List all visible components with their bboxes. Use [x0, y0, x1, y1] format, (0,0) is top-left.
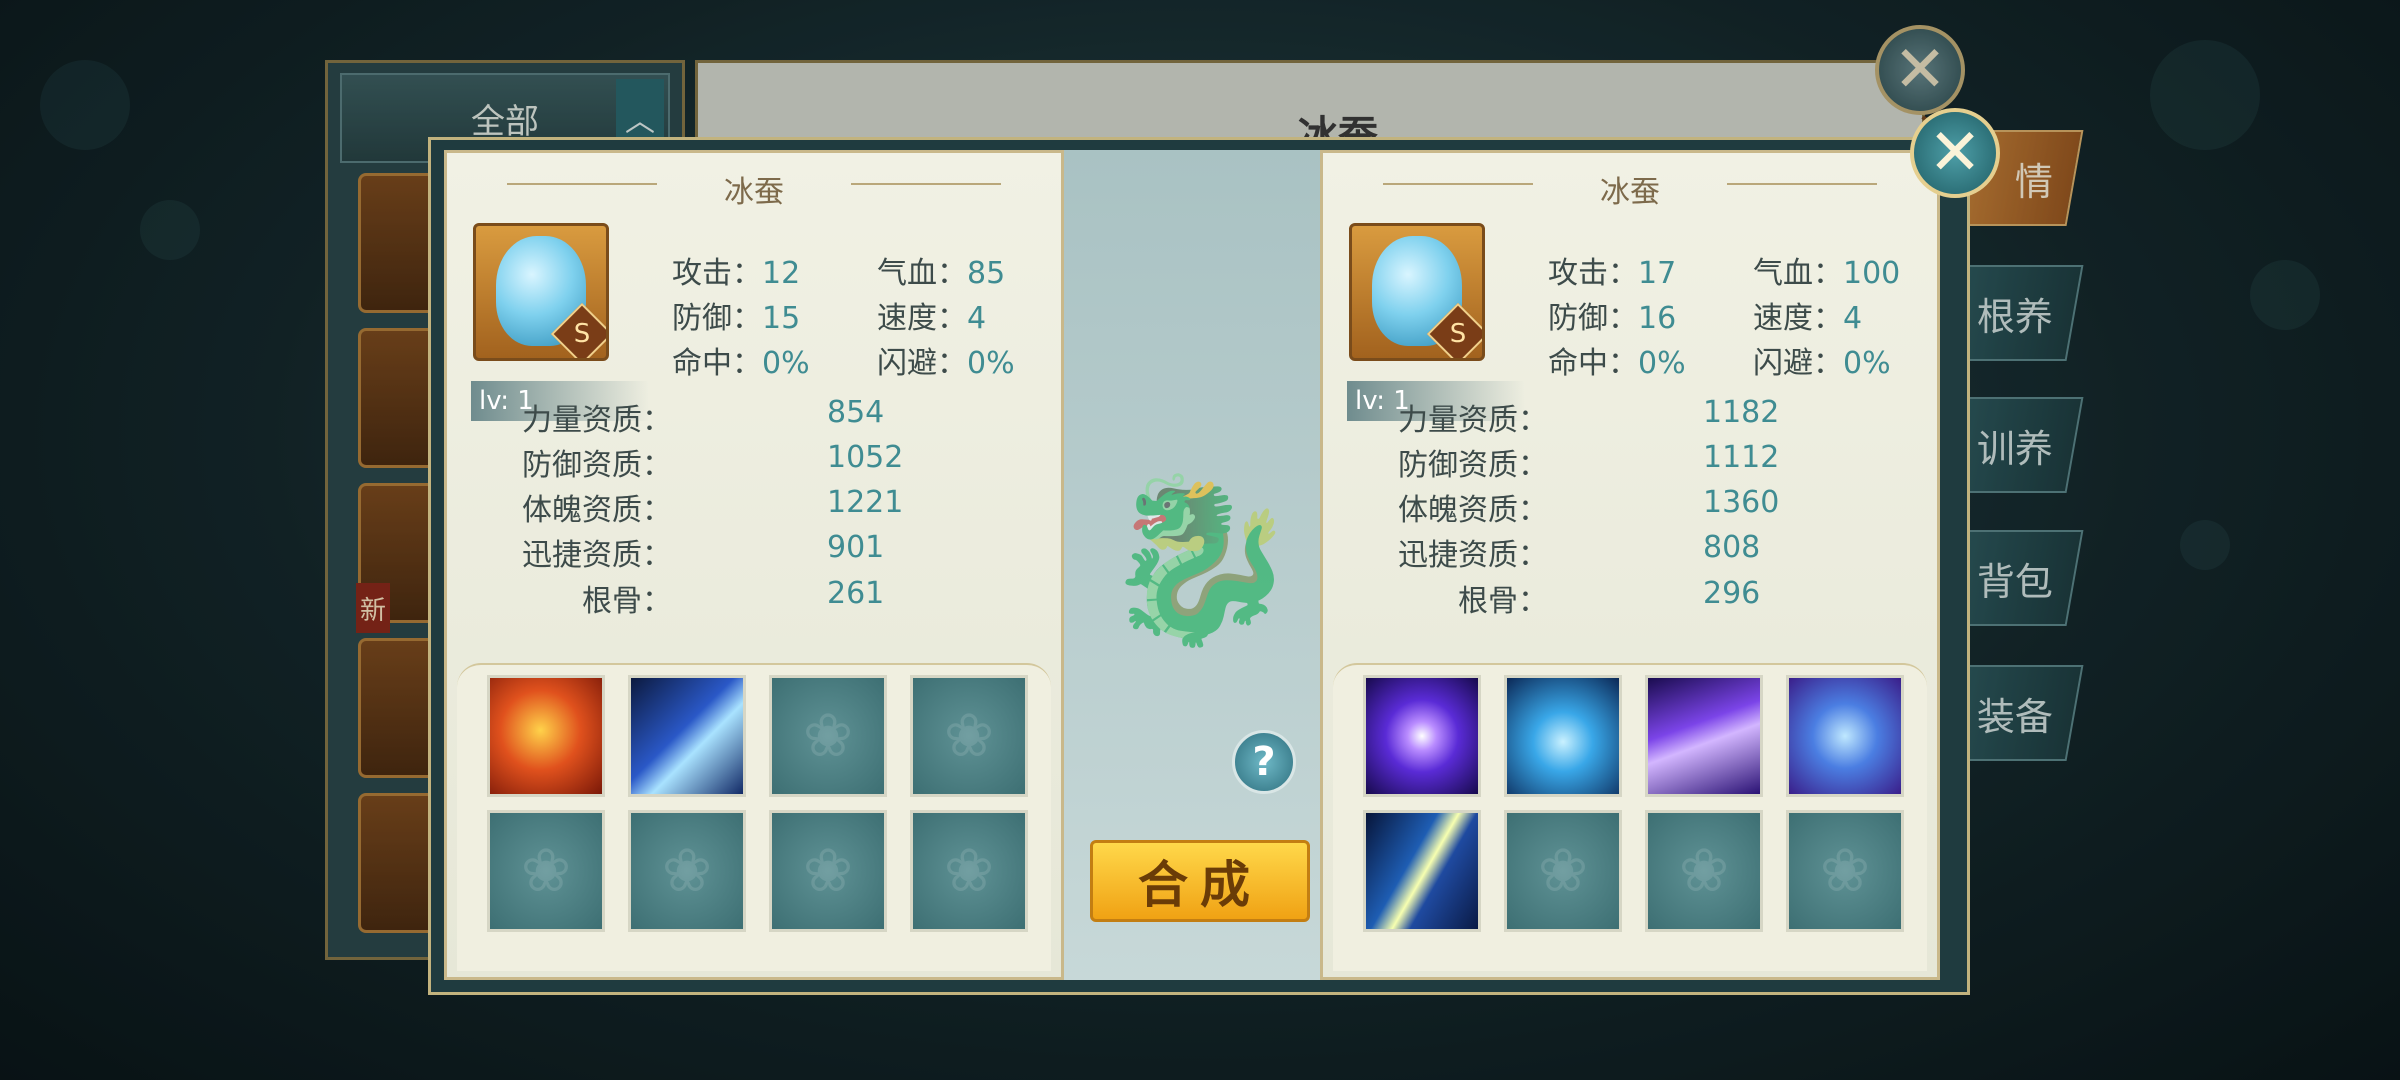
empty-skill-slot[interactable]	[1645, 810, 1763, 932]
stat-attack: 攻击：17	[1548, 256, 1677, 291]
aptitude-defense-label: 防御资质：	[522, 448, 672, 483]
grade-label: S	[573, 319, 591, 349]
lightning-orb-skill-icon[interactable]	[1363, 675, 1481, 797]
pet-card-title: 冰蚕	[1600, 175, 1660, 210]
skill-grid	[1333, 663, 1927, 971]
heart-water-skill-icon[interactable]	[1504, 675, 1622, 797]
aptitude-physique-value: 1360	[1703, 485, 1780, 520]
fire-orb-skill-icon[interactable]	[487, 675, 605, 797]
dragon-emblem-icon: 🐉	[1100, 465, 1300, 653]
aptitude-physique-value: 1221	[827, 485, 904, 520]
lightning-strike-skill-icon[interactable]	[1363, 810, 1481, 932]
aptitude-defense-label: 防御资质：	[1398, 448, 1548, 483]
modal-close-button[interactable]: ✕	[1910, 108, 2000, 198]
question-mark-icon: ?	[1252, 739, 1276, 785]
aptitude-physique-label: 体魄资质：	[522, 493, 672, 528]
stat-defense: 防御：16	[1548, 301, 1677, 336]
stat-hp: 气血：85	[877, 256, 1006, 291]
empty-skill-slot[interactable]	[769, 810, 887, 932]
pet-portrait[interactable]: S	[1349, 223, 1485, 361]
aptitude-defense-value: 1112	[1703, 440, 1780, 475]
stat-dodge: 闪避：0%	[877, 346, 1015, 381]
stat-hit: 命中：0%	[1548, 346, 1686, 381]
blade-slash-skill-icon[interactable]	[628, 675, 746, 797]
aptitude-agility-label: 迅捷资质：	[522, 538, 672, 573]
stat-defense: 防御：15	[672, 301, 801, 336]
pet-portrait[interactable]: S	[473, 223, 609, 361]
aptitude-root-label: 根骨：	[582, 584, 672, 619]
aptitude-root-value: 261	[827, 576, 885, 611]
grade-label: S	[1449, 319, 1467, 349]
aptitude-agility-label: 迅捷资质：	[1398, 538, 1548, 573]
aptitude-agility-value: 808	[1703, 530, 1761, 565]
synthesize-label: 合成	[1138, 855, 1262, 914]
aptitude-root-label: 根骨：	[1458, 584, 1548, 619]
pet-card-left: 冰蚕 S lv: 1 攻击：12 气血：85 防御：15 速度：4 命中：0% …	[444, 150, 1064, 980]
empty-skill-slot[interactable]	[1504, 810, 1622, 932]
skill-grid	[457, 663, 1051, 971]
help-button[interactable]: ?	[1232, 730, 1296, 794]
aptitude-physique-label: 体魄资质：	[1398, 493, 1548, 528]
stat-speed: 速度：4	[877, 301, 987, 336]
aptitude-strength-value: 1182	[1703, 395, 1780, 430]
aptitude-defense-value: 1052	[827, 440, 904, 475]
aptitude-agility-value: 901	[827, 530, 885, 565]
empty-skill-slot[interactable]	[628, 810, 746, 932]
aptitude-root-value: 296	[1703, 576, 1761, 611]
aptitude-strength-label: 力量资质：	[522, 403, 672, 438]
stat-hit: 命中：0%	[672, 346, 810, 381]
empty-skill-slot[interactable]	[910, 675, 1028, 797]
stat-dodge: 闪避：0%	[1753, 346, 1891, 381]
stat-attack: 攻击：12	[672, 256, 801, 291]
aptitude-strength-value: 854	[827, 395, 885, 430]
purple-vortex-skill-icon[interactable]	[1645, 675, 1763, 797]
empty-skill-slot[interactable]	[910, 810, 1028, 932]
pet-card-title: 冰蚕	[724, 175, 784, 210]
shield-skill-icon[interactable]	[1786, 675, 1904, 797]
empty-skill-slot[interactable]	[1786, 810, 1904, 932]
synthesize-button[interactable]: 合成	[1090, 840, 1310, 922]
pet-card-right: 冰蚕 S lv: 1 攻击：17 气血：100 防御：16 速度：4 命中：0%…	[1320, 150, 1940, 980]
close-icon: ✕	[1928, 116, 1982, 190]
stat-speed: 速度：4	[1753, 301, 1863, 336]
stat-hp: 气血：100	[1753, 256, 1901, 291]
empty-skill-slot[interactable]	[487, 810, 605, 932]
empty-skill-slot[interactable]	[769, 675, 887, 797]
aptitude-strength-label: 力量资质：	[1398, 403, 1548, 438]
